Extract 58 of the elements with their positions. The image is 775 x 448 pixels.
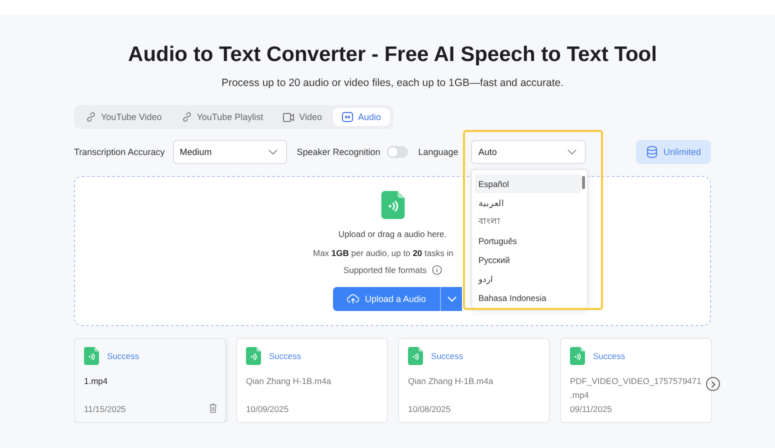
status-label: Success xyxy=(431,351,464,361)
language-option[interactable]: Русский xyxy=(475,250,582,269)
audio-file-icon xyxy=(246,347,261,365)
language-select[interactable]: Auto xyxy=(471,140,586,164)
audio-file-icon xyxy=(84,347,99,365)
accuracy-label: Transcription Accuracy xyxy=(74,147,165,157)
language-option[interactable]: Bahasa Indonesia xyxy=(475,288,582,307)
language-option[interactable]: Português xyxy=(475,231,582,250)
file-date: 10/08/2025 xyxy=(408,404,451,414)
next-button[interactable] xyxy=(706,377,720,391)
chevron-right-icon xyxy=(710,380,716,388)
video-icon xyxy=(283,112,294,122)
file-name: Qian Zhang H-1B.m4a xyxy=(408,375,494,388)
speaker-label: Speaker Recognition xyxy=(296,147,380,157)
accuracy-select[interactable]: Medium xyxy=(172,140,287,164)
file-date: 10/09/2025 xyxy=(246,404,289,414)
source-tab[interactable]: YouTube Playlist xyxy=(172,108,272,126)
language-option[interactable]: اردو xyxy=(475,269,582,288)
upload-button[interactable]: Upload a Audio xyxy=(333,287,440,311)
file-name: 1.mp4 xyxy=(84,375,109,388)
chevron-down-icon xyxy=(567,149,578,155)
file-card[interactable]: Success Qian Zhang H-1B.m4a 10/09/2025 xyxy=(236,338,388,423)
language-option[interactable]: Español xyxy=(475,174,582,193)
trash-icon[interactable] xyxy=(209,403,217,413)
chevron-down-icon xyxy=(446,296,457,302)
file-date: 09/11/2025 xyxy=(570,404,612,414)
status-label: Success xyxy=(593,351,626,361)
scrollbar[interactable] xyxy=(582,176,586,189)
source-tab[interactable]: Audio xyxy=(332,108,390,126)
audio-file-icon xyxy=(408,347,423,365)
link-icon xyxy=(86,112,96,122)
database-icon xyxy=(646,146,658,158)
status-label: Success xyxy=(269,351,302,361)
file-card[interactable]: Success 1.mp4 11/15/2025 xyxy=(74,338,226,423)
formats-label: Supported file formats xyxy=(343,265,427,275)
file-name: Qian Zhang H-1B.m4a xyxy=(246,375,332,388)
source-tab[interactable]: YouTube Video xyxy=(77,108,171,126)
page-subtitle: Process up to 20 audio or video files, each up to 1GB—fast and accurate. xyxy=(220,77,565,89)
upload-limits: Max 1GB per audio, up to 20 tasks in xyxy=(313,248,454,258)
info-icon[interactable] xyxy=(432,265,442,275)
file-card[interactable]: Success PDF_VIDEO_VIDEO_1757579471 .mp4 09/11/2025 xyxy=(560,338,712,423)
status-label: Success xyxy=(107,351,140,361)
link-icon xyxy=(182,112,192,122)
file-date: 11/15/2025 xyxy=(84,404,126,414)
upload-options-button[interactable] xyxy=(440,287,462,311)
upload-prompt: Upload or drag a audio here. xyxy=(338,229,447,239)
source-tab[interactable]: Video xyxy=(274,108,331,126)
language-option[interactable]: العربية xyxy=(475,193,582,212)
page-title: Audio to Text Converter - Free AI Speech to Text Tool xyxy=(127,42,658,68)
audio-file-icon xyxy=(380,191,404,219)
cloud-upload-icon xyxy=(347,294,359,304)
speaker-toggle[interactable] xyxy=(387,146,408,158)
file-card[interactable]: Success Qian Zhang H-1B.m4a 10/08/2025 xyxy=(398,338,550,423)
chevron-down-icon xyxy=(268,149,278,155)
file-name: PDF_VIDEO_VIDEO_1757579471 .mp4 xyxy=(570,375,702,402)
language-label: Language xyxy=(418,147,458,157)
language-option[interactable]: বাংলা xyxy=(475,212,582,231)
audio-file-icon xyxy=(570,347,585,365)
